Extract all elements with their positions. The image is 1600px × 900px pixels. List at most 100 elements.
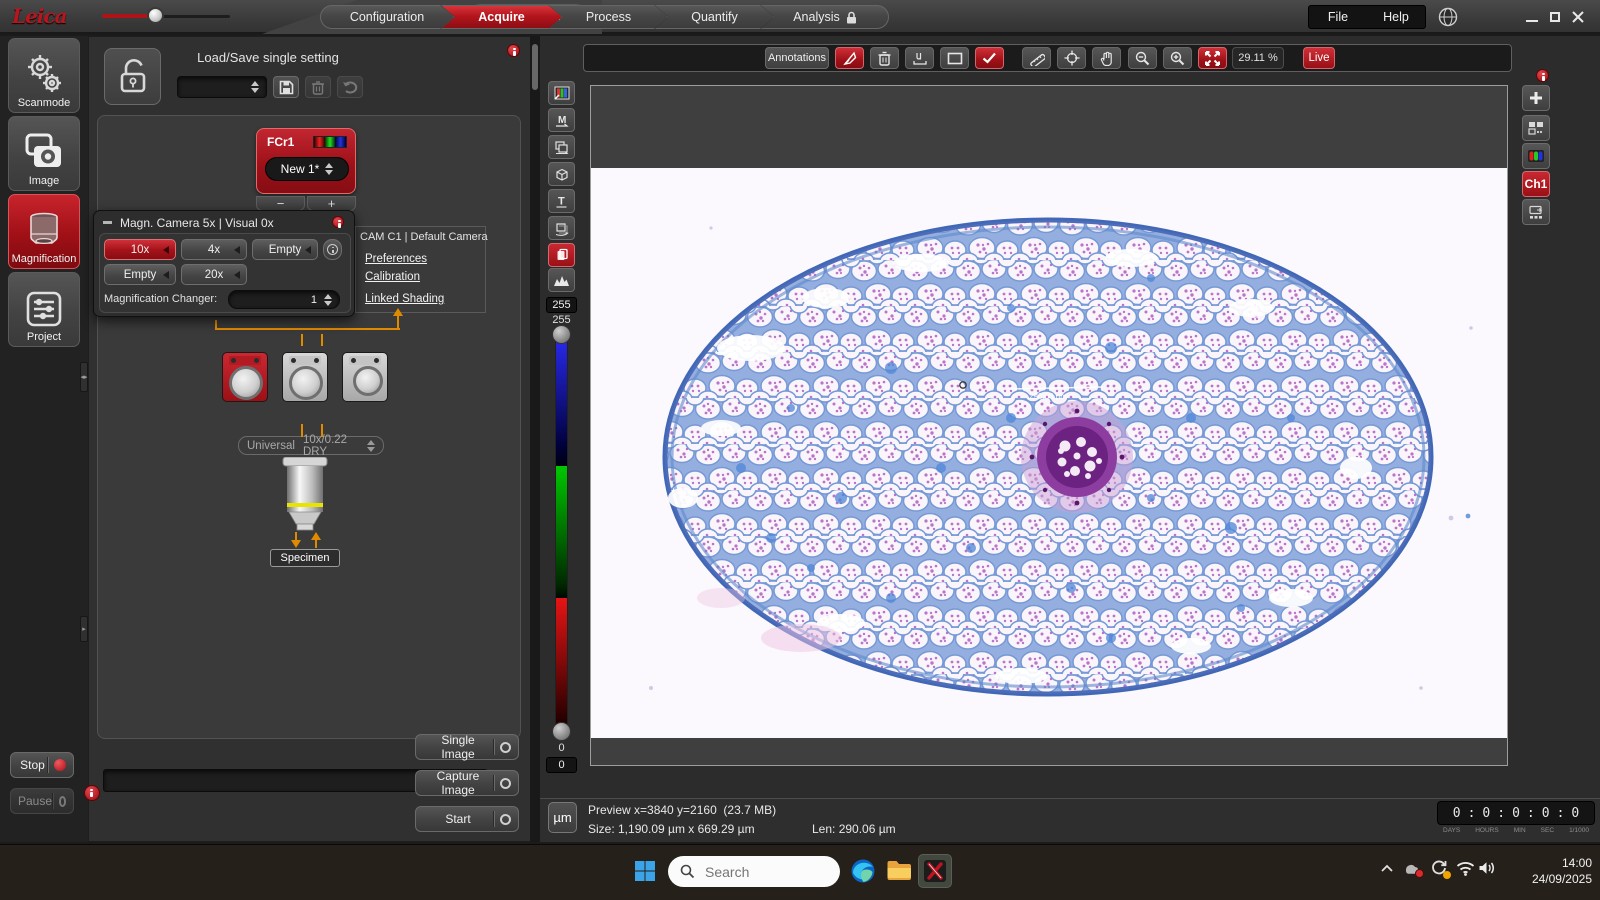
add-channel-button[interactable]: +: [307, 196, 356, 211]
ruler-tool-button[interactable]: [1022, 47, 1051, 69]
search-input[interactable]: [703, 863, 813, 881]
pointer-tool-button[interactable]: [835, 47, 864, 69]
objective-info-button[interactable]: [323, 239, 342, 260]
unit-micrometer-button[interactable]: µm: [548, 802, 577, 833]
lut-gradient-track[interactable]: [555, 334, 568, 732]
settings-lock-button[interactable]: [104, 48, 161, 105]
objective-4x-button[interactable]: 4x: [181, 239, 247, 260]
panel-info-icon[interactable]: [507, 44, 520, 57]
collapse-icon[interactable]: [103, 221, 112, 224]
intensity-slider-track[interactable]: [102, 14, 152, 18]
scrollbar-handle[interactable]: [532, 44, 538, 90]
taskbar-search[interactable]: [668, 856, 840, 887]
panel-splitter-handle-2[interactable]: ▸: [80, 616, 88, 642]
tab-process[interactable]: Process: [549, 5, 668, 29]
objective-empty-button[interactable]: Empty: [252, 239, 318, 260]
zoom-mode-button[interactable]: M: [548, 108, 575, 132]
delete-annotation-button[interactable]: [870, 47, 899, 69]
undo-setting-button[interactable]: [337, 76, 363, 98]
annotations-button[interactable]: Annotations: [765, 47, 829, 69]
overlay-channels-button[interactable]: [548, 81, 575, 105]
filter-cube-3[interactable]: [342, 352, 388, 402]
tab-configuration[interactable]: Configuration: [320, 5, 454, 29]
specimen-button[interactable]: Specimen: [270, 549, 340, 567]
sidebar-item-scanmode[interactable]: Scanmode: [8, 38, 80, 113]
gallery-view-button[interactable]: [548, 135, 575, 159]
popup-info-icon[interactable]: [332, 216, 344, 228]
taskbar-clock[interactable]: 14:00 24/09/2025: [1498, 855, 1592, 887]
taskbar-edge[interactable]: [846, 854, 880, 888]
tab-acquire[interactable]: Acquire: [441, 5, 562, 29]
mag-changer-spinner[interactable]: 1: [228, 290, 340, 309]
lut-upper-knob[interactable]: [552, 325, 571, 344]
pause-button[interactable]: Pause: [10, 788, 74, 814]
save-setting-button[interactable]: [273, 76, 299, 98]
zoom-in-button[interactable]: [1163, 47, 1192, 69]
single-image-button[interactable]: Single Image: [415, 734, 519, 760]
globe-icon[interactable]: [1438, 7, 1458, 27]
fit-to-screen-button[interactable]: [1198, 47, 1227, 69]
channel-ch1-button[interactable]: Ch1: [1522, 171, 1550, 197]
crosshair-tool-button[interactable]: [1057, 47, 1086, 69]
layout-views-button[interactable]: [1522, 115, 1550, 141]
start-button-windows[interactable]: [628, 854, 662, 888]
preferences-link[interactable]: Preferences: [365, 253, 427, 265]
maximize-button[interactable]: [1550, 12, 1560, 22]
tray-volume-icon[interactable]: [1478, 860, 1496, 876]
sidebar-item-project[interactable]: Project: [8, 272, 80, 347]
intensity-slider-track-right[interactable]: [160, 15, 230, 18]
panel-splitter-handle[interactable]: ◂▸: [80, 362, 88, 392]
sidebar-item-magnification[interactable]: Magnification: [8, 194, 80, 269]
stop-button[interactable]: Stop: [10, 752, 74, 778]
close-button[interactable]: [1572, 11, 1584, 23]
calibration-link[interactable]: Calibration: [365, 271, 420, 283]
color-mode-button[interactable]: [548, 243, 575, 267]
histogram-button[interactable]: [548, 268, 575, 292]
viewer-info-icon[interactable]: [1536, 69, 1549, 82]
tray-update-icon[interactable]: [1430, 858, 1450, 878]
start-button[interactable]: Start: [415, 806, 519, 832]
intensity-slider-knob[interactable]: [147, 7, 164, 24]
live-button[interactable]: Live: [1303, 47, 1335, 69]
objective-20x-button[interactable]: 20x: [181, 264, 247, 285]
tray-app-badge-icon[interactable]: [1402, 860, 1422, 876]
objective-empty2-button[interactable]: Empty: [104, 264, 176, 285]
help-menu[interactable]: Help: [1367, 10, 1425, 24]
image-viewport[interactable]: 290.06 µm: [590, 85, 1508, 766]
lut-lower-knob[interactable]: [552, 722, 571, 741]
rectangle-tool-button[interactable]: [940, 47, 969, 69]
sidebar-item-image[interactable]: Image: [8, 116, 80, 191]
channel-split-button[interactable]: [1522, 143, 1550, 169]
apply-annotation-button[interactable]: [975, 47, 1004, 69]
tab-quantify[interactable]: Quantify: [655, 5, 774, 29]
linked-shading-link[interactable]: Linked Shading: [365, 293, 444, 305]
file-menu[interactable]: File: [1309, 10, 1367, 24]
tray-wifi-icon[interactable]: [1456, 861, 1475, 876]
setting-select-dropdown[interactable]: [177, 76, 267, 98]
channel-tile-fcr1[interactable]: FCr1 New 1*: [256, 128, 356, 194]
pan-tool-button[interactable]: [1092, 47, 1121, 69]
tab-analysis[interactable]: Analysis: [761, 5, 889, 29]
delete-setting-button[interactable]: [305, 76, 331, 98]
sequence-view-button[interactable]: [548, 216, 575, 240]
tray-chevron-up-icon[interactable]: [1380, 864, 1394, 873]
remove-channel-button[interactable]: −: [256, 196, 305, 211]
text-annotation-button[interactable]: T: [548, 189, 575, 213]
objective-turret-dropdown[interactable]: Universal 10x/0.22 DRY: [238, 436, 384, 455]
taskbar-file-explorer[interactable]: [882, 854, 916, 888]
filter-cube-active[interactable]: [222, 352, 268, 402]
export-view-button[interactable]: [1522, 199, 1550, 225]
scalebar-tool-button[interactable]: [905, 47, 934, 69]
taskbar-lasx-app[interactable]: [918, 854, 952, 888]
filter-cube-2[interactable]: [282, 352, 328, 402]
volume-3d-button[interactable]: [548, 162, 575, 186]
status-length: Len: 290.06 µm: [812, 822, 896, 836]
minimize-button[interactable]: [1526, 20, 1538, 22]
objective-10x-button[interactable]: 10x: [104, 239, 176, 260]
acquisition-info-icon[interactable]: [84, 785, 100, 801]
capture-image-button[interactable]: Capture Image: [415, 770, 519, 796]
beam-arrow-down: [291, 532, 301, 548]
zoom-out-button[interactable]: [1128, 47, 1157, 69]
add-view-button[interactable]: [1522, 85, 1550, 111]
channel-preset-dropdown[interactable]: New 1*: [265, 157, 349, 181]
